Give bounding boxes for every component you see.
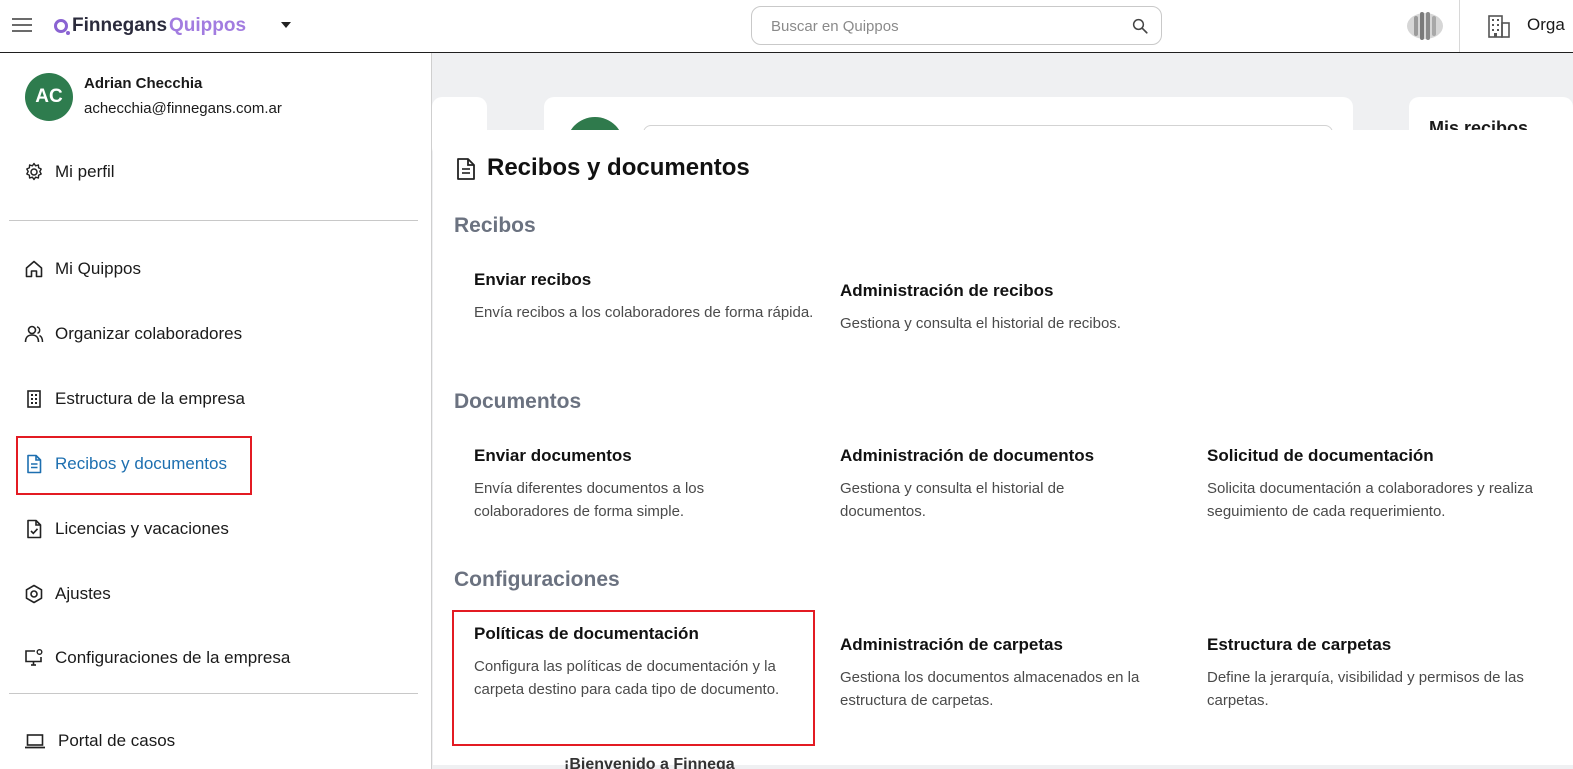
- brand-wave-icon[interactable]: [1405, 9, 1445, 43]
- top-bar: Finnegans Quippos Orga: [0, 0, 1573, 53]
- card-enviar-documentos[interactable]: Enviar documentos Envía diferentes docum…: [474, 446, 774, 523]
- chevron-down-icon[interactable]: [281, 22, 291, 28]
- sidebar-item-estructura-empresa[interactable]: Estructura de la empresa: [24, 385, 245, 413]
- section-title-documentos: Documentos: [454, 390, 582, 413]
- highlight-box-politicas: [452, 610, 815, 746]
- building-icon[interactable]: [1486, 13, 1512, 39]
- sidebar-item-portal-casos[interactable]: Portal de casos: [24, 727, 175, 755]
- header-divider: [1459, 0, 1460, 52]
- background-welcome-text: ¡Bienvenido a Finnega: [564, 756, 735, 769]
- organization-label[interactable]: Orga: [1527, 15, 1565, 35]
- sidebar-item-label: Mi perfil: [55, 162, 115, 181]
- card-solicitud-documentacion[interactable]: Solicitud de documentación Solicita docu…: [1207, 446, 1537, 523]
- card-description: Envía diferentes documentos a los colabo…: [474, 480, 705, 520]
- logo-mark-icon: [54, 19, 70, 35]
- card-enviar-recibos[interactable]: Enviar recibos Envía recibos a los colab…: [474, 270, 814, 324]
- card-title: Administración de recibos: [840, 281, 1054, 300]
- search-input[interactable]: [771, 16, 1111, 36]
- hamburger-menu-icon[interactable]: [12, 18, 32, 34]
- card-title: Enviar recibos: [474, 270, 592, 289]
- hexagon-settings-icon: [25, 584, 43, 604]
- sidebar-item-organizar-colaboradores[interactable]: Organizar colaboradores: [24, 320, 242, 348]
- sidebar-item-label: Licencias y vacaciones: [55, 519, 229, 538]
- avatar[interactable]: AC: [25, 73, 73, 121]
- sidebar-item-mi-quippos[interactable]: Mi Quippos: [24, 255, 141, 283]
- section-title-recibos: Recibos: [454, 214, 536, 237]
- sidebar-item-label: Organizar colaboradores: [55, 324, 243, 343]
- section-title-configuraciones: Configuraciones: [454, 568, 620, 591]
- sidebar-divider: [9, 693, 418, 694]
- sidebar-item-ajustes[interactable]: Ajustes: [24, 580, 111, 608]
- card-description: Gestiona los documentos almacenados en l…: [840, 669, 1140, 709]
- card-title: Estructura de carpetas: [1207, 635, 1392, 654]
- user-name: Adrian Checchia: [84, 75, 203, 92]
- sidebar-item-label: Estructura de la empresa: [55, 389, 245, 408]
- card-administracion-carpetas[interactable]: Administración de carpetas Gestiona los …: [840, 635, 1175, 712]
- sidebar-divider: [9, 220, 418, 221]
- card-description: Solicita documentación a colaboradores y…: [1207, 480, 1534, 520]
- sidebar-item-label: Portal de casos: [58, 731, 176, 750]
- card-title: Solicitud de documentación: [1207, 446, 1434, 465]
- search-box: [751, 6, 1162, 45]
- card-description: Define la jerarquía, visibilidad y permi…: [1207, 669, 1524, 709]
- gear-icon: [26, 162, 42, 181]
- search-icon[interactable]: [1131, 17, 1149, 35]
- users-icon: [24, 325, 44, 343]
- card-estructura-carpetas[interactable]: Estructura de carpetas Define la jerarqu…: [1207, 635, 1537, 712]
- logo-secondary-text: Quippos: [169, 15, 247, 36]
- logo-primary-text: Finnegans: [72, 15, 168, 36]
- card-administracion-recibos[interactable]: Administración de recibos Gestiona y con…: [840, 281, 1180, 335]
- sidebar-item-label: Mi Quippos: [55, 259, 141, 278]
- card-description: Envía recibos a los colaboradores de for…: [474, 304, 814, 321]
- sidebar-item-mi-perfil[interactable]: Mi perfil: [24, 158, 115, 186]
- sidebar-item-label: Ajustes: [55, 584, 111, 603]
- file-check-icon: [27, 519, 42, 539]
- document-icon: [457, 158, 475, 180]
- sidebar: AC Adrian Checchia achecchia@finnegans.c…: [0, 53, 432, 769]
- laptop-icon: [25, 734, 45, 749]
- card-title: Enviar documentos: [474, 446, 632, 465]
- sidebar-item-label: Configuraciones de la empresa: [55, 648, 291, 667]
- home-icon: [25, 260, 43, 278]
- card-title: Administración de carpetas: [840, 635, 1063, 654]
- app-logo[interactable]: Finnegans Quippos: [54, 13, 246, 39]
- sidebar-item-configuraciones-empresa[interactable]: Configuraciones de la empresa: [24, 644, 290, 672]
- building-icon: [27, 390, 41, 408]
- panel-title: Recibos y documentos: [487, 154, 750, 181]
- card-title: Administración de documentos: [840, 446, 1095, 465]
- card-administracion-documentos[interactable]: Administración de documentos Gestiona y …: [840, 446, 1130, 523]
- user-email: achecchia@finnegans.com.ar: [84, 100, 282, 117]
- sidebar-item-licencias-vacaciones[interactable]: Licencias y vacaciones: [24, 515, 229, 543]
- card-description: Gestiona y consulta el historial de reci…: [840, 315, 1121, 332]
- highlight-box-recibos: [16, 436, 252, 495]
- monitor-settings-icon: [25, 649, 43, 666]
- card-description: Gestiona y consulta el historial de docu…: [840, 480, 1065, 520]
